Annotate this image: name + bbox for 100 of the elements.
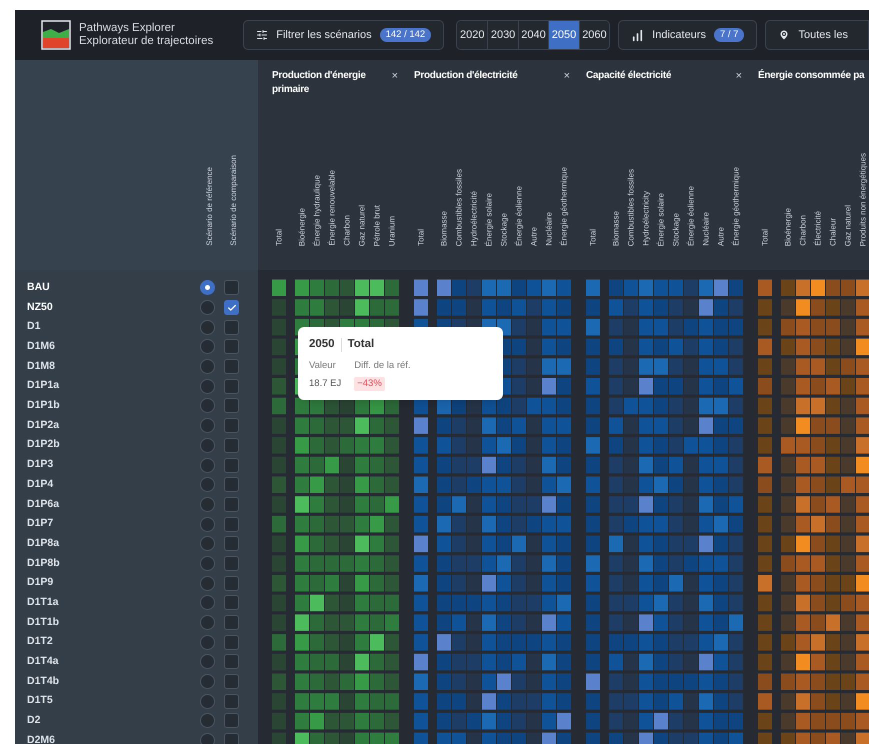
indicators-button[interactable]: Indicateurs 7 / 7: [618, 20, 758, 50]
column-label: Bioénergie: [296, 208, 308, 246]
reference-radio[interactable]: [200, 674, 215, 690]
close-button[interactable]: ×: [390, 69, 400, 83]
comparison-checkbox[interactable]: [224, 576, 239, 591]
scenario-name: D1T4a: [27, 654, 60, 670]
reference-radio[interactable]: [200, 300, 215, 316]
scenario-name: D1T4b: [27, 674, 60, 689]
comparison-checkbox[interactable]: [224, 438, 239, 453]
region-button[interactable]: Toutes les: [765, 20, 869, 50]
comparison-checkbox[interactable]: [224, 595, 239, 610]
value-text: 18.7 EJ: [309, 376, 342, 390]
reference-radio[interactable]: [200, 536, 215, 552]
column-label: Charbon: [342, 215, 352, 246]
reference-radio[interactable]: [200, 339, 215, 354]
year-tab[interactable]: 2060: [578, 21, 610, 49]
column-label: Énergie géothermique: [730, 167, 742, 246]
reference-radio[interactable]: [200, 556, 215, 571]
group-title: Production d'énergie primaire: [272, 69, 367, 97]
scenario-name: D1P6a: [27, 496, 60, 512]
reference-radio[interactable]: [200, 713, 215, 728]
reference-radio[interactable]: [200, 458, 215, 473]
column-label: Autre: [528, 226, 540, 246]
reference-radio[interactable]: [200, 595, 215, 610]
scenario-name: D2: [27, 713, 42, 728]
comparison-checkbox[interactable]: [224, 713, 239, 728]
column-label: Produits non énergétiques: [858, 152, 868, 246]
reference-radio[interactable]: [200, 516, 215, 532]
scenario-name: D1P3: [27, 457, 54, 472]
comparison-checkbox[interactable]: [224, 654, 239, 670]
column-label: Nucléaire: [700, 212, 712, 246]
reference-radio[interactable]: [200, 398, 215, 414]
reference-radio[interactable]: [200, 280, 215, 296]
scenario-name: BAU: [27, 280, 51, 295]
reference-radio[interactable]: [200, 320, 215, 335]
reference-radio[interactable]: [200, 496, 215, 512]
comparison-checkbox[interactable]: [224, 496, 239, 512]
comparison-checkbox[interactable]: [224, 458, 239, 473]
column-label: Nucléaire: [544, 212, 554, 246]
comparison-checkbox[interactable]: [224, 418, 239, 434]
comparison-checkbox[interactable]: [224, 359, 239, 374]
comparison-checkbox[interactable]: [224, 280, 239, 296]
group-title: Énergie consommée pa: [758, 69, 866, 83]
check-icon: [226, 302, 236, 313]
column-label: Stockage: [498, 212, 510, 246]
comparison-checkbox[interactable]: [224, 300, 239, 316]
reference-radio[interactable]: [200, 378, 215, 394]
comparison-checkbox[interactable]: [224, 320, 239, 335]
scenario-name: D1P1b: [27, 398, 61, 414]
scenario-name: D1T1b: [27, 614, 60, 630]
year-tab[interactable]: 2050: [548, 21, 579, 49]
comparison-checkbox[interactable]: [224, 733, 239, 744]
reference-radio[interactable]: [200, 694, 215, 709]
tooltip-year: 2050: [309, 337, 335, 352]
map-pin-icon: [778, 29, 790, 41]
tooltip-indicator: Total: [348, 337, 374, 352]
column-label: Combustibles fossiles: [454, 168, 464, 246]
column-label: Pétrole brut: [372, 204, 382, 246]
filter-button[interactable]: Filtrer les scénarios 142 / 142: [243, 20, 444, 50]
comparison-checkbox[interactable]: [224, 556, 239, 571]
reference-radio[interactable]: [200, 418, 215, 434]
reference-radio[interactable]: [200, 576, 215, 591]
scenario-name: D1: [27, 319, 42, 334]
reference-radio[interactable]: [200, 359, 215, 374]
scenario-name: D1P4: [27, 476, 54, 492]
comparison-checkbox[interactable]: [224, 398, 239, 414]
bar-chart-icon: [631, 28, 644, 42]
comparison-checkbox[interactable]: [224, 339, 239, 354]
column-label: Énergie géothermique: [558, 167, 570, 246]
column-label: Gaz naturel: [356, 204, 368, 246]
group-title: Production d'électricité: [414, 69, 519, 83]
reference-radio[interactable]: [200, 615, 215, 630]
year-tab[interactable]: 2020: [457, 21, 488, 49]
count-badge: 142 / 142: [380, 28, 432, 42]
comparison-checkbox[interactable]: [224, 516, 239, 532]
reference-radio[interactable]: [200, 654, 215, 670]
diff-badge: −43%: [354, 376, 385, 391]
column-label: Charbon: [798, 215, 808, 246]
reference-radio[interactable]: [200, 733, 215, 744]
scenario-name: D1P2a: [27, 418, 60, 433]
comparison-checkbox[interactable]: [224, 378, 239, 394]
scenario-name: D1P8b: [27, 556, 61, 571]
close-button[interactable]: ×: [734, 69, 744, 83]
year-tab[interactable]: 2030: [487, 21, 518, 49]
year-tab[interactable]: 2040: [518, 21, 548, 49]
column-label: Total: [588, 229, 598, 246]
reference-radio[interactable]: [200, 438, 215, 453]
comparison-checkbox[interactable]: [224, 634, 239, 650]
comparison-checkbox[interactable]: [224, 536, 239, 552]
sliders-icon: [256, 29, 268, 41]
column-label: Énergie hydraulique: [312, 174, 322, 246]
close-button[interactable]: ×: [562, 69, 572, 83]
comparison-checkbox[interactable]: [224, 694, 239, 709]
column-label: Énergie solaire: [656, 192, 666, 246]
comparison-checkbox[interactable]: [224, 674, 239, 690]
reference-radio[interactable]: [200, 634, 215, 650]
column-label: Énergie éolienne: [514, 186, 524, 246]
reference-radio[interactable]: [200, 477, 215, 492]
comparison-checkbox[interactable]: [224, 477, 239, 492]
comparison-checkbox[interactable]: [224, 615, 239, 630]
